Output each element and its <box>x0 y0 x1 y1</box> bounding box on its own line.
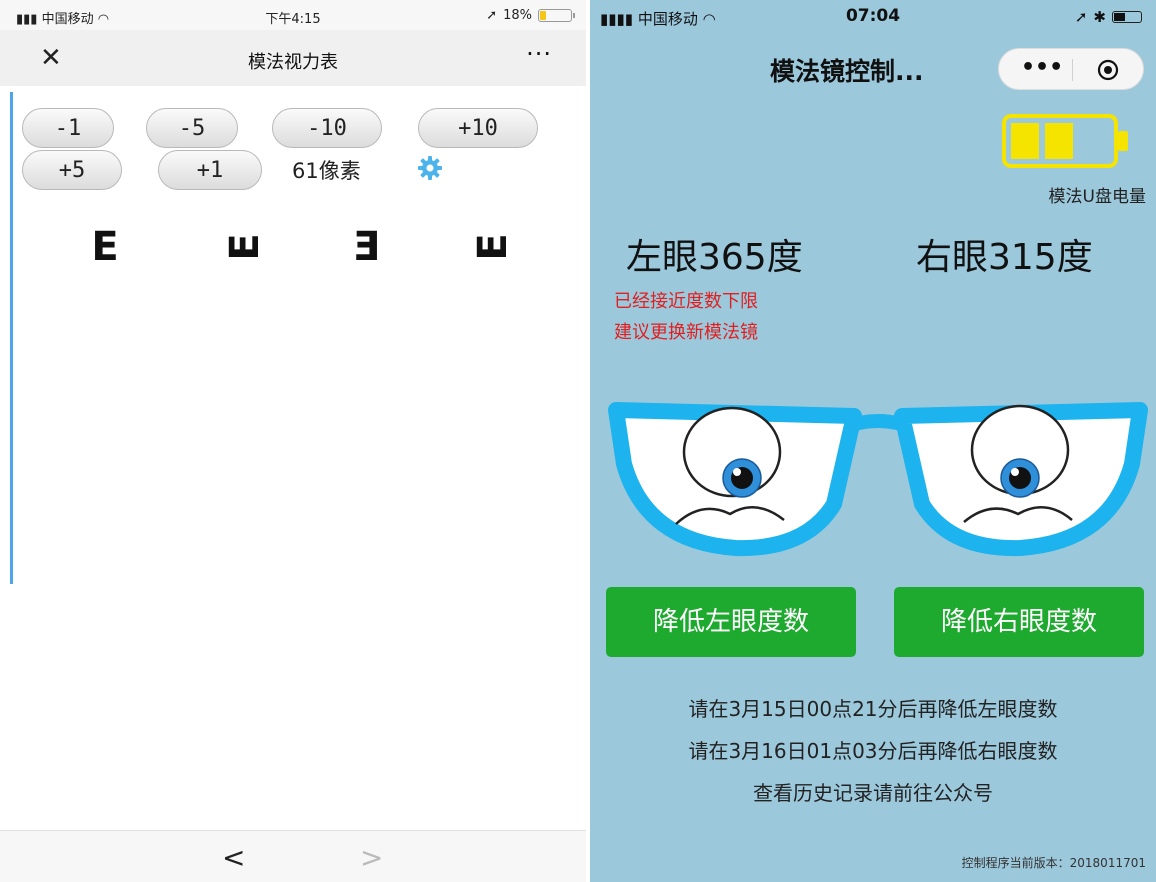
miniprogram-capsule: ••• <box>998 48 1144 90</box>
page-title: 模法视力表 <box>248 52 338 73</box>
location-icon: ➚ <box>1074 8 1088 26</box>
status-right: ➚ ✱ <box>1075 8 1142 26</box>
info-line: 请在3月16日01点03分后再降低右眼度数 <box>688 739 1058 763</box>
bluetooth-icon: ✱ <box>1093 8 1106 26</box>
info-line: 请在3月15日00点21分后再降低左眼度数 <box>688 697 1058 721</box>
warning-text: 建议更换新模法镜 <box>614 322 758 343</box>
usb-battery-icon <box>1002 114 1128 168</box>
usb-battery-label: 模法U盘电量 <box>1048 187 1146 207</box>
status-bar: ▮▮▮ 中国移动 ◠ 下午4:15 ➚ 18% <box>0 0 586 30</box>
minus-10-button[interactable]: -10 <box>272 108 382 148</box>
battery-percent: 18% <box>503 8 532 23</box>
status-bar: ▮▮▮▮ 中国移动 ◠ 07:04 ➚ ✱ <box>590 0 1156 32</box>
optotype-e-up: E <box>470 233 516 261</box>
battery-level-bar <box>1011 123 1039 159</box>
back-arrow-icon[interactable]: < <box>222 841 245 874</box>
battery-level-bar <box>1045 123 1073 159</box>
info-line: 查看历史记录请前往公众号 <box>753 781 993 805</box>
capsule-divider <box>1072 59 1073 81</box>
plus-1-button[interactable]: +1 <box>158 150 262 190</box>
page-title: 模法镜控制... <box>770 57 924 86</box>
more-menu-icon[interactable]: ••• <box>1021 55 1063 80</box>
left-eye-degree: 左眼365度 <box>626 237 803 278</box>
status-right: ➚ 18% <box>486 8 575 23</box>
optotype-e-up: E <box>222 233 268 261</box>
nav-bar: ✕ 模法视力表 ··· <box>0 30 586 86</box>
gear-icon[interactable] <box>416 154 444 182</box>
lower-right-eye-button[interactable]: 降低右眼度数 <box>894 587 1144 657</box>
right-phone-screen: ▮▮▮▮ 中国移动 ◠ 07:04 ➚ ✱ 模法镜控制... ••• 模法U盘电… <box>590 0 1156 882</box>
more-menu-icon[interactable]: ··· <box>526 40 552 68</box>
right-lens <box>894 402 1148 557</box>
pixel-size-label: 61像素 <box>292 159 361 183</box>
optotype-e-left: E <box>353 224 381 270</box>
lower-left-eye-button[interactable]: 降低左眼度数 <box>606 587 856 657</box>
status-time: 07:04 <box>845 6 901 26</box>
optotype-e-right: E <box>91 224 119 270</box>
left-phone-screen: ▮▮▮ 中国移动 ◠ 下午4:15 ➚ 18% ✕ 模法视力表 ··· -1 -… <box>0 0 586 882</box>
version-label: 控制程序当前版本：2018011701 <box>961 856 1146 870</box>
plus-10-button[interactable]: +10 <box>418 108 538 148</box>
warning-text: 已经接近度数下限 <box>614 291 758 312</box>
battery-icon <box>1112 11 1142 23</box>
battery-icon <box>538 9 575 22</box>
left-lens <box>608 402 862 557</box>
bottom-toolbar: < > <box>0 830 586 882</box>
cartoon-glasses-eyes <box>608 402 1148 557</box>
minus-1-button[interactable]: -1 <box>22 108 114 148</box>
forward-arrow-icon[interactable]: > <box>360 841 383 874</box>
close-target-icon[interactable] <box>1097 59 1119 81</box>
right-eye-degree: 右眼315度 <box>916 237 1093 278</box>
location-icon: ➚ <box>486 8 498 23</box>
minus-5-button[interactable]: -5 <box>146 108 238 148</box>
plus-5-button[interactable]: +5 <box>22 150 122 190</box>
accent-edge <box>10 92 13 584</box>
